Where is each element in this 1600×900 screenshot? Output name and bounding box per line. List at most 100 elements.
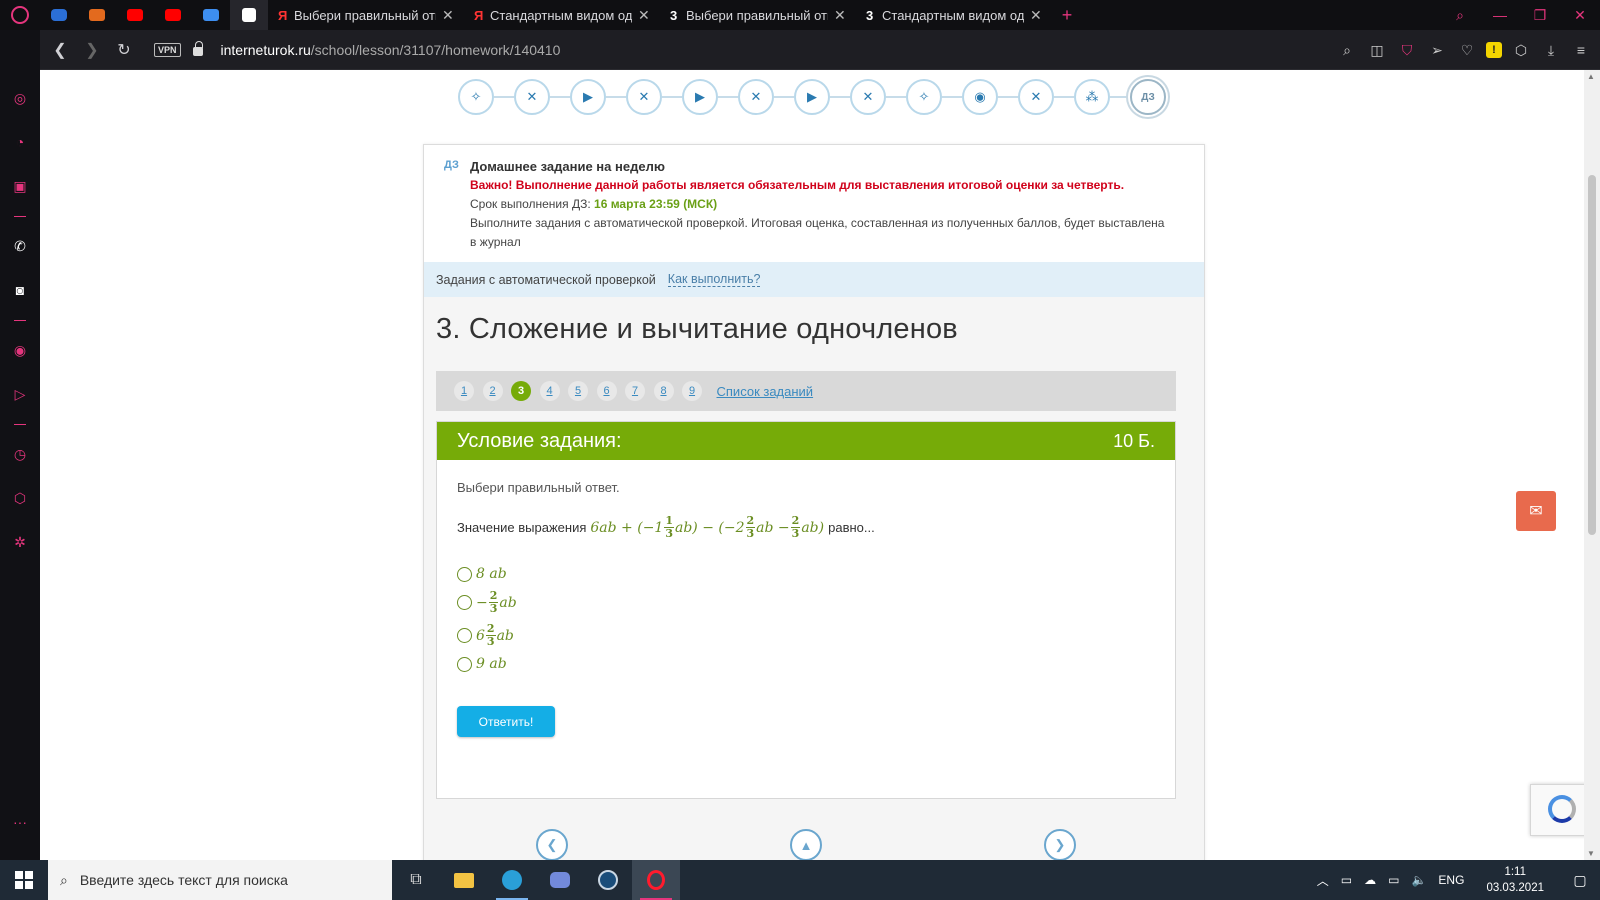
step-dumbbell-icon[interactable]: ✕ bbox=[514, 79, 550, 115]
taskbar-discord[interactable] bbox=[536, 860, 584, 900]
history-icon[interactable]: ◷ bbox=[0, 446, 40, 463]
taskbar-steam[interactable] bbox=[584, 860, 632, 900]
tab-3[interactable]: 3 Выбери правильный отве ✕ bbox=[660, 0, 856, 30]
pinned-tab-mail[interactable] bbox=[40, 0, 78, 30]
extension-icon[interactable]: ! bbox=[1486, 42, 1502, 58]
radio-button[interactable] bbox=[457, 566, 472, 582]
up-icon[interactable]: ▲ bbox=[790, 829, 822, 860]
page-link-8[interactable]: 8 bbox=[653, 381, 674, 401]
close-tab-icon[interactable]: ✕ bbox=[1030, 7, 1042, 24]
minimize-button[interactable]: — bbox=[1480, 0, 1520, 30]
gamepad-icon[interactable]: ◎ bbox=[0, 90, 40, 107]
pinned-tab-hdrezka[interactable] bbox=[78, 0, 116, 30]
scrollbar-thumb[interactable] bbox=[1588, 175, 1596, 535]
step-dumbbell-icon[interactable]: ✕ bbox=[850, 79, 886, 115]
tab-4[interactable]: 3 Стандартным видом одно ✕ bbox=[856, 0, 1052, 30]
language-indicator[interactable]: ENG bbox=[1432, 873, 1470, 887]
lock-icon[interactable] bbox=[192, 41, 203, 56]
page-link-3-current[interactable]: 3 bbox=[511, 381, 531, 401]
cube-icon[interactable]: ⬡ bbox=[1510, 39, 1532, 61]
answer-option-1[interactable]: 8 ab bbox=[457, 566, 1155, 582]
next-task-icon[interactable]: ❯ bbox=[1044, 829, 1076, 860]
send-icon[interactable]: ▷ bbox=[0, 386, 40, 403]
taskbar-opera[interactable] bbox=[632, 860, 680, 900]
reload-button[interactable]: ↻ bbox=[108, 34, 140, 66]
prev-task-icon[interactable]: ❮ bbox=[536, 829, 568, 860]
bag-icon[interactable]: ▣ bbox=[0, 178, 40, 195]
menu-icon[interactable]: ≡ bbox=[1570, 39, 1592, 61]
pinned-tab-interneturok[interactable] bbox=[230, 0, 268, 30]
back-button[interactable]: ❮ bbox=[44, 34, 76, 66]
radio-button[interactable] bbox=[457, 628, 472, 643]
volume-icon[interactable]: 🔈 bbox=[1405, 873, 1432, 887]
step-lightbulb-icon[interactable]: ✧ bbox=[906, 79, 942, 115]
chat-icon[interactable]: ✉ bbox=[1516, 491, 1556, 531]
restore-button[interactable]: ❐ bbox=[1520, 0, 1560, 30]
task-view-button[interactable]: ⧉ bbox=[392, 860, 440, 900]
new-tab-button[interactable]: + bbox=[1052, 5, 1082, 26]
network-icon[interactable]: ▭ bbox=[1382, 873, 1405, 887]
send-icon[interactable]: ➢ bbox=[1426, 39, 1448, 61]
zoom-icon[interactable]: ⌕ bbox=[1336, 39, 1358, 61]
tab-1[interactable]: Я Выбери правильный отве ✕ bbox=[268, 0, 464, 30]
clock[interactable]: 1:11 03.03.2021 bbox=[1470, 864, 1560, 896]
whatsapp-icon[interactable]: ✆ bbox=[0, 238, 40, 255]
close-tab-icon[interactable]: ✕ bbox=[638, 7, 650, 24]
radio-button[interactable] bbox=[457, 595, 472, 610]
scroll-down-icon[interactable]: ▼ bbox=[1587, 849, 1595, 858]
step-dumbbell-icon[interactable]: ✕ bbox=[738, 79, 774, 115]
answer-button[interactable]: Ответить! bbox=[457, 706, 555, 737]
step-homework[interactable]: ДЗ bbox=[1130, 79, 1166, 115]
pinned-tab-youtube-1[interactable] bbox=[116, 0, 154, 30]
search-tabs-icon[interactable]: ⌕ bbox=[1440, 0, 1480, 30]
start-button[interactable] bbox=[0, 860, 48, 900]
step-dumbbell-icon[interactable]: ✕ bbox=[1018, 79, 1054, 115]
answer-option-3[interactable]: 6 2 3 ab bbox=[457, 623, 1155, 648]
discord-icon[interactable]: ◙ bbox=[0, 282, 40, 298]
page-link-9[interactable]: 9 bbox=[682, 381, 702, 401]
onedrive-icon[interactable]: ☁ bbox=[1358, 873, 1382, 887]
task-list-link[interactable]: Список заданий bbox=[717, 384, 814, 399]
camera-icon[interactable]: ◫ bbox=[1366, 39, 1388, 61]
cube-icon[interactable]: ⬡ bbox=[0, 490, 40, 507]
scroll-up-icon[interactable]: ▲ bbox=[1587, 72, 1595, 81]
taskbar-search[interactable]: ⌕ Введите здесь текст для поиска bbox=[48, 860, 392, 900]
page-link-7[interactable]: 7 bbox=[625, 381, 645, 401]
step-play-icon[interactable]: ▶ bbox=[794, 79, 830, 115]
more-icon[interactable]: ··· bbox=[0, 814, 40, 830]
page-link-2[interactable]: 2 bbox=[482, 381, 503, 401]
step-lightbulb-icon[interactable]: ✧ bbox=[458, 79, 494, 115]
page-link-5[interactable]: 5 bbox=[568, 381, 588, 401]
page-link-1[interactable]: 1 bbox=[454, 381, 474, 401]
notifications-icon[interactable]: ▢ bbox=[1560, 872, 1600, 889]
show-hidden-icons[interactable]: ︿ bbox=[1311, 872, 1335, 889]
opera-menu-button[interactable] bbox=[0, 0, 40, 30]
radio-button[interactable] bbox=[457, 656, 472, 672]
heart-icon[interactable]: ♡ bbox=[1456, 39, 1478, 61]
step-play-icon[interactable]: ▶ bbox=[682, 79, 718, 115]
meet-now-icon[interactable]: ▭ bbox=[1335, 873, 1358, 887]
close-tab-icon[interactable]: ✕ bbox=[834, 7, 846, 24]
tab-2[interactable]: Я Стандартным видом одно ✕ bbox=[464, 0, 660, 30]
close-window-button[interactable]: ✕ bbox=[1560, 0, 1600, 30]
answer-option-2[interactable]: −2 3 ab bbox=[457, 590, 1155, 615]
answer-option-4[interactable]: 9 ab bbox=[457, 656, 1155, 672]
recaptcha-badge[interactable] bbox=[1530, 784, 1584, 836]
step-target-icon[interactable]: ◉ bbox=[962, 79, 998, 115]
close-tab-icon[interactable]: ✕ bbox=[442, 7, 454, 24]
settings-icon[interactable]: ✲ bbox=[0, 534, 40, 551]
speed-dial-icon[interactable]: ◔ bbox=[0, 134, 40, 150]
how-to-link[interactable]: Как выполнить? bbox=[667, 272, 761, 287]
url-field[interactable]: interneturok.ru/school/lesson/31107/home… bbox=[221, 42, 561, 58]
pinned-tab-youtube-2[interactable] bbox=[154, 0, 192, 30]
shield-icon[interactable]: ⛉ bbox=[1396, 39, 1418, 61]
player-icon[interactable]: ◉ bbox=[0, 342, 40, 359]
page-link-4[interactable]: 4 bbox=[539, 381, 560, 401]
page-link-6[interactable]: 6 bbox=[596, 381, 617, 401]
page-scrollbar[interactable]: ▲ ▼ bbox=[1584, 70, 1600, 860]
taskbar-file-explorer[interactable] bbox=[440, 860, 488, 900]
step-stats-icon[interactable]: ⁂ bbox=[1074, 79, 1110, 115]
taskbar-edge[interactable] bbox=[488, 860, 536, 900]
vpn-badge[interactable]: VPN bbox=[154, 42, 181, 57]
pinned-tab-video[interactable] bbox=[192, 0, 230, 30]
